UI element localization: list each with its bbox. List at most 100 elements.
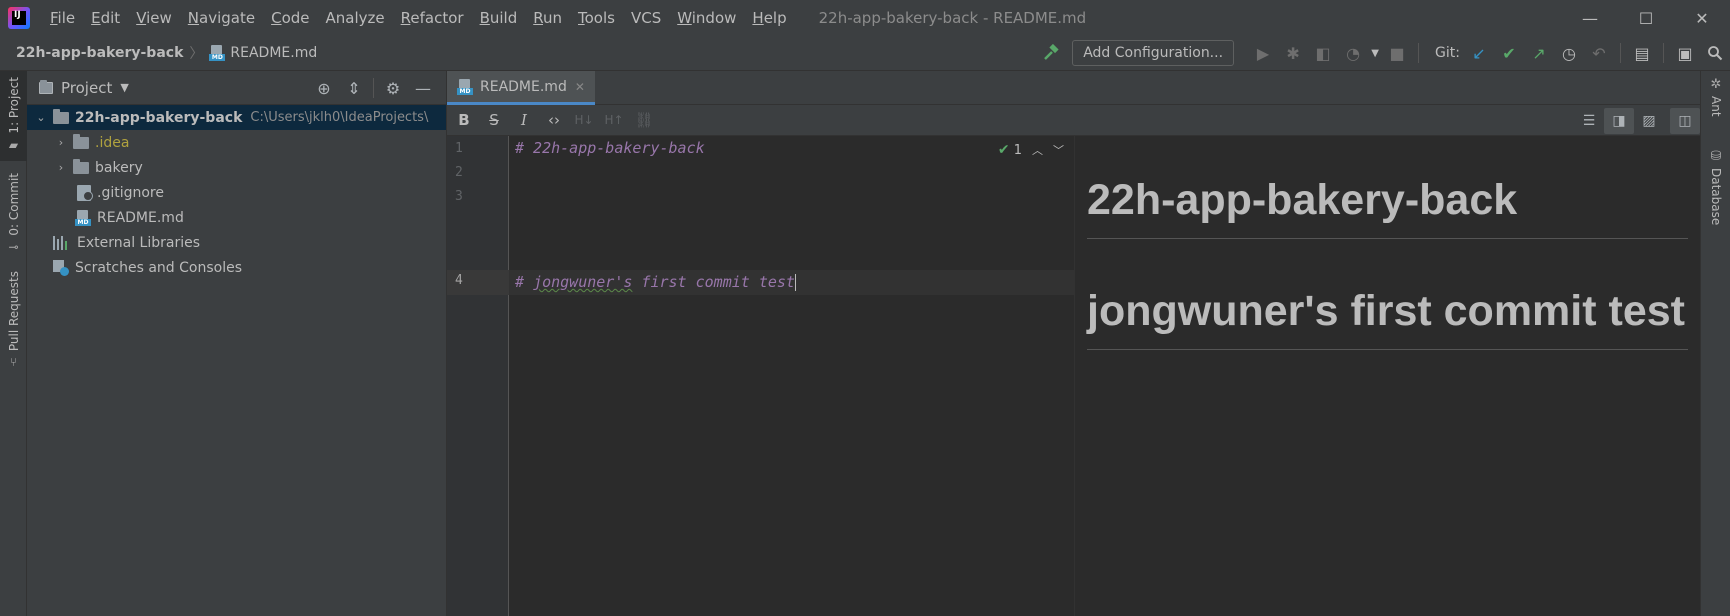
git-commit-check-icon[interactable]: ✔	[1494, 38, 1524, 68]
git-history-clock-icon[interactable]: ◷	[1554, 38, 1584, 68]
menu-help[interactable]: Help	[744, 0, 794, 36]
tree-item-label: Scratches and Consoles	[75, 259, 242, 276]
menu-vcs[interactable]: VCS	[623, 0, 669, 36]
commit-icon: ⊸	[8, 239, 19, 254]
bold-icon[interactable]: B	[449, 106, 479, 134]
git-label: Git:	[1435, 45, 1460, 61]
chevron-down-icon[interactable]: ⌄	[33, 111, 49, 124]
title-bar: IJ File Edit View Navigate Code Analyze …	[0, 0, 1730, 36]
search-everywhere-icon[interactable]	[1700, 38, 1730, 68]
strikethrough-icon[interactable]: S	[479, 106, 509, 134]
stop-icon[interactable]: ■	[1382, 38, 1412, 68]
chevron-down-icon[interactable]: ▼	[120, 81, 128, 94]
intellij-logo-icon[interactable]: IJ	[8, 7, 30, 29]
terminal-window-icon[interactable]: ▣	[1670, 38, 1700, 68]
menu-window[interactable]: Window	[669, 0, 744, 36]
build-hammer-icon[interactable]	[1036, 38, 1066, 68]
tool-tab-database[interactable]: ⛁ Database	[1701, 149, 1730, 225]
collapse-all-icon[interactable]: ⇕	[339, 73, 369, 103]
chevron-down-icon[interactable]: ﹀	[1053, 142, 1064, 158]
tree-item-gitignore[interactable]: .gitignore	[27, 180, 446, 205]
header-increase-icon[interactable]: H↑	[599, 106, 629, 134]
menu-navigate[interactable]: Navigate	[180, 0, 263, 36]
tree-item-idea[interactable]: › .idea	[27, 130, 446, 155]
run-icon[interactable]: ▶	[1248, 38, 1278, 68]
code-icon[interactable]: ‹›	[539, 106, 569, 134]
preview-only-icon[interactable]: ▨	[1634, 108, 1664, 134]
project-panel-actions: ⊕ ⇕ ⚙ —	[309, 71, 438, 105]
code-line: # 22h-app-bakery-back	[515, 139, 705, 157]
locate-file-crosshair-icon[interactable]: ⊕	[309, 73, 339, 103]
editor-only-icon[interactable]: ☰	[1574, 108, 1604, 134]
project-structure-icon[interactable]: ▤	[1627, 38, 1657, 68]
menu-edit[interactable]: Edit	[83, 0, 128, 36]
editor-area: README.md ✕ B S I ‹› H↓ H↑ ⛓ ☰ ◨ ▨ ◫ 1 2…	[447, 71, 1700, 616]
header-decrease-icon[interactable]: H↓	[569, 106, 599, 134]
breadcrumb-separator-icon: 〉	[189, 46, 204, 62]
link-icon[interactable]: ⛓	[629, 106, 659, 134]
breadcrumb-project[interactable]: 22h-app-bakery-back	[16, 45, 183, 61]
chevron-right-icon[interactable]: ›	[53, 136, 69, 149]
preview-heading: 22h-app-bakery-back	[1087, 174, 1688, 239]
git-rollback-icon[interactable]: ↶	[1584, 38, 1614, 68]
profile-icon[interactable]: ◔	[1338, 38, 1368, 68]
layout-toggle-icon[interactable]: ◫	[1670, 107, 1700, 134]
menu-tools[interactable]: Tools	[570, 0, 623, 36]
coverage-icon[interactable]: ◧	[1308, 38, 1338, 68]
editor-split: 1 2 3 4 # 22h-app-bakery-back # jongwune…	[447, 136, 1700, 616]
menu-build[interactable]: Build	[472, 0, 526, 36]
editor-tab-label: README.md	[480, 78, 567, 95]
line-number: 3	[455, 189, 463, 204]
close-icon[interactable]: ✕	[575, 80, 585, 94]
hide-panel-minus-icon[interactable]: —	[408, 73, 438, 103]
preview-heading: jongwuner's first commit test	[1087, 285, 1688, 350]
folder-icon: ▰	[8, 137, 19, 152]
folder-icon	[73, 158, 89, 174]
line-number: 2	[455, 165, 463, 180]
tree-item-scratches[interactable]: Scratches and Consoles	[27, 255, 446, 280]
menu-refactor[interactable]: Refactor	[393, 0, 472, 36]
menu-code[interactable]: Code	[263, 0, 317, 36]
tree-root-row[interactable]: ⌄ 22h-app-bakery-back C:\Users\jklh0\Ide…	[27, 105, 446, 130]
toolbar-divider	[1663, 43, 1664, 63]
tool-tab-project[interactable]: 1: Project ▰	[0, 71, 27, 161]
tree-item-label: External Libraries	[77, 234, 200, 251]
tree-root-name: 22h-app-bakery-back	[75, 109, 243, 126]
project-view-selector[interactable]: Project	[61, 79, 112, 97]
menu-view[interactable]: View	[128, 0, 180, 36]
code-editor[interactable]: 1 2 3 4 # 22h-app-bakery-back # jongwune…	[447, 136, 1075, 616]
tool-tab-commit[interactable]: 0: Commit ⊸	[0, 167, 27, 254]
maximize-button[interactable]: ☐	[1618, 0, 1674, 36]
editor-tab-readme[interactable]: README.md ✕	[447, 71, 595, 105]
italic-icon[interactable]: I	[509, 106, 539, 134]
module-folder-icon	[53, 108, 69, 124]
inspection-count: 1	[1013, 143, 1022, 158]
menu-analyze[interactable]: Analyze	[318, 0, 393, 36]
tree-item-readme[interactable]: README.md	[27, 205, 446, 230]
run-dropdown-chevron-icon[interactable]: ▼	[1368, 38, 1382, 68]
gear-icon[interactable]: ⚙	[378, 73, 408, 103]
menu-run[interactable]: Run	[525, 0, 570, 36]
git-push-icon[interactable]: ↗	[1524, 38, 1554, 68]
line-number: 1	[455, 141, 463, 156]
git-update-icon[interactable]: ↙	[1464, 38, 1494, 68]
project-panel: Project ▼ ⊕ ⇕ ⚙ — ⌄ 22h-app-bakery-back …	[27, 71, 447, 616]
tool-tab-ant[interactable]: ✲ Ant	[1701, 77, 1730, 117]
tree-item-bakery[interactable]: › bakery	[27, 155, 446, 180]
tree-item-label: .gitignore	[97, 184, 164, 201]
tree-item-external-libraries[interactable]: External Libraries	[27, 230, 446, 255]
add-configuration-button[interactable]: Add Configuration...	[1072, 40, 1235, 66]
window-title: 22h-app-bakery-back - README.md	[818, 9, 1087, 27]
menu-file[interactable]: File	[42, 0, 83, 36]
tool-tab-pull-requests[interactable]: Pull Requests ⑂	[0, 265, 27, 375]
split-view-icon[interactable]: ◨	[1604, 107, 1634, 134]
close-window-button[interactable]: ✕	[1674, 0, 1730, 36]
view-mode-switcher: ☰ ◨ ▨ ◫	[1574, 105, 1700, 136]
breadcrumb-file[interactable]: README.md	[230, 45, 317, 61]
inspection-widget[interactable]: ✔ 1 ︿ ﹀	[998, 142, 1064, 158]
chevron-up-icon[interactable]: ︿	[1032, 142, 1043, 158]
chevron-right-icon[interactable]: ›	[53, 161, 69, 174]
check-icon: ✔	[997, 142, 1010, 158]
debug-icon[interactable]: ✱	[1278, 38, 1308, 68]
minimize-button[interactable]: —	[1562, 0, 1618, 36]
